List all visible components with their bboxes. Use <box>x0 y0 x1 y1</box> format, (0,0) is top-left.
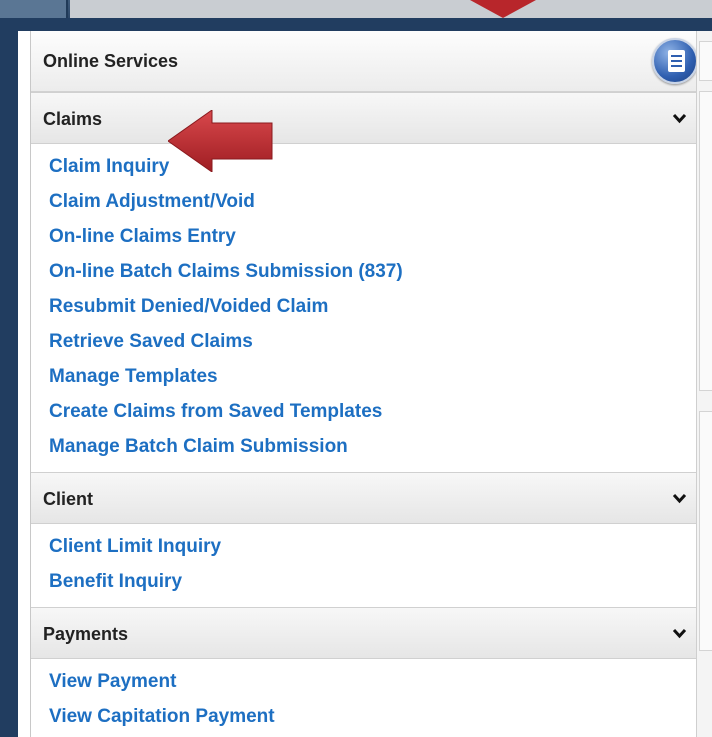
link-resubmit-denied-voided-claim[interactable]: Resubmit Denied/Voided Claim <box>31 289 704 324</box>
link-create-claims-from-saved-templates[interactable]: Create Claims from Saved Templates <box>31 394 704 429</box>
link-benefit-inquiry[interactable]: Benefit Inquiry <box>31 564 704 599</box>
link-manage-batch-claim-submission[interactable]: Manage Batch Claim Submission <box>31 429 704 464</box>
link-view-capitation-payment[interactable]: View Capitation Payment <box>31 699 704 734</box>
section-header-client[interactable]: Client <box>31 472 704 524</box>
section-title-claims: Claims <box>43 109 103 129</box>
link-manage-templates[interactable]: Manage Templates <box>31 359 704 394</box>
link-online-claims-entry[interactable]: On-line Claims Entry <box>31 219 704 254</box>
chevron-down-icon[interactable] <box>673 492 686 505</box>
top-strip <box>0 0 712 18</box>
highlight-frame: Online Services Claims Claim Inquiry Cla… <box>0 18 712 737</box>
screenshot-window: Online Services Claims Claim Inquiry Cla… <box>18 31 712 737</box>
section-title-payments: Payments <box>43 624 129 644</box>
top-bar <box>70 0 712 18</box>
chevron-down-icon[interactable] <box>673 627 686 640</box>
main-content-edge <box>696 31 712 737</box>
top-arrow-icon <box>470 0 536 18</box>
link-online-batch-claims-submission[interactable]: On-line Batch Claims Submission (837) <box>31 254 704 289</box>
link-claim-inquiry[interactable]: Claim Inquiry <box>31 149 704 184</box>
online-services-panel: Online Services Claims Claim Inquiry Cla… <box>30 31 705 737</box>
payments-links: View Payment View Capitation Payment <box>31 659 704 737</box>
section-header-payments[interactable]: Payments <box>31 607 704 659</box>
top-tab <box>0 0 68 18</box>
link-view-payment[interactable]: View Payment <box>31 664 704 699</box>
client-links: Client Limit Inquiry Benefit Inquiry <box>31 524 704 607</box>
section-header-claims[interactable]: Claims <box>31 92 704 144</box>
link-claim-adjustment-void[interactable]: Claim Adjustment/Void <box>31 184 704 219</box>
chevron-down-icon[interactable] <box>673 112 686 125</box>
panel-title: Online Services <box>43 51 179 71</box>
panel-header: Online Services <box>31 31 704 92</box>
pointer-arrow-icon <box>168 110 273 172</box>
link-retrieve-saved-claims[interactable]: Retrieve Saved Claims <box>31 324 704 359</box>
section-title-client: Client <box>43 489 94 509</box>
document-icon[interactable] <box>652 38 698 84</box>
claims-links: Claim Inquiry Claim Adjustment/Void On-l… <box>31 144 704 472</box>
link-client-limit-inquiry[interactable]: Client Limit Inquiry <box>31 529 704 564</box>
